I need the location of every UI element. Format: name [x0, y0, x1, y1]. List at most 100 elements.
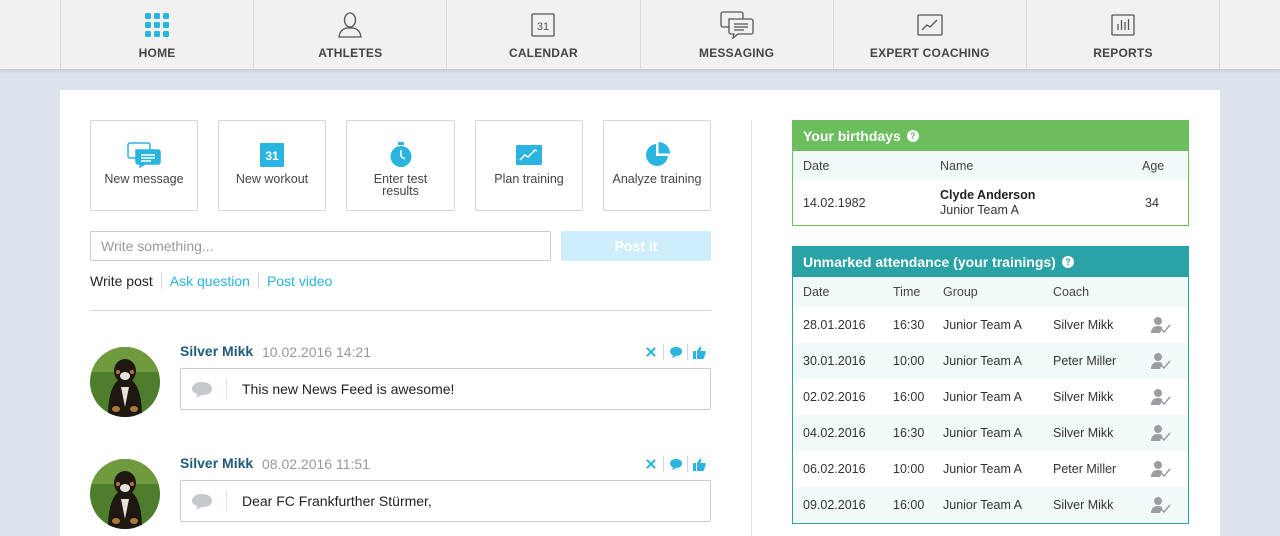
post-body: Dear FC Frankfurther Stürmer, [180, 480, 711, 522]
nav-label: CALENDAR [508, 46, 578, 60]
row-date: 09.02.2016 [803, 498, 866, 512]
post-author[interactable]: Silver Mikk [180, 343, 253, 359]
post-body: This new News Feed is awesome! [180, 368, 711, 410]
nav-item-athletes[interactable]: ATHLETES [254, 0, 448, 70]
row-group: Junior Team A [943, 318, 1022, 332]
birthday-name[interactable]: Clyde Anderson [940, 188, 1035, 202]
new-workout-button[interactable]: 31 New workout [218, 120, 326, 211]
birthday-group: Junior Team A [940, 203, 1019, 217]
mark-attendance-icon[interactable] [1151, 352, 1171, 370]
nav-bar: HOME ATHLETES 31 CALENDAR MESSAGING EXPE… [60, 0, 1221, 70]
post-text: This new News Feed is awesome! [242, 381, 455, 397]
birthday-age: 34 [1145, 196, 1159, 210]
header-name: Name [940, 159, 974, 173]
attendance-title: Unmarked attendance (your trainings) ? [793, 247, 1188, 277]
mark-attendance-icon[interactable] [1151, 424, 1171, 442]
row-group: Junior Team A [943, 462, 1022, 476]
post-button[interactable]: Post it [561, 231, 711, 261]
quick-action-label: Analyze training [612, 172, 702, 186]
tab-post-video[interactable]: Post video [257, 273, 340, 289]
table-header: Date Time Group Coach [793, 277, 1188, 307]
birthdays-title: Your birthdays ? [793, 121, 1188, 151]
header-date: Date [803, 159, 830, 173]
tab-write-post[interactable]: Write post [90, 273, 161, 289]
row-date: 04.02.2016 [803, 426, 866, 440]
post-type-tabs: Write post Ask question Post video [90, 273, 340, 289]
comment-icon [669, 347, 682, 358]
nav-label: HOME [138, 46, 176, 60]
row-date: 30.01.2016 [803, 354, 866, 368]
row-date: 28.01.2016 [803, 318, 866, 332]
pie-icon [644, 141, 670, 169]
delete-post-button[interactable] [639, 456, 663, 472]
post-actions [639, 344, 711, 360]
table-row: 14.02.1982 Clyde Anderson Junior Team A … [793, 181, 1188, 225]
new-message-button[interactable]: New message [90, 120, 198, 211]
row-coach: Peter Miller [1053, 354, 1117, 368]
row-coach: Silver Mikk [1053, 426, 1114, 440]
like-post-button[interactable] [687, 456, 711, 472]
mark-attendance-icon[interactable] [1151, 388, 1171, 406]
report-icon [1106, 10, 1140, 40]
nav-label: REPORTS [1093, 46, 1153, 60]
top-navigation: HOME ATHLETES 31 CALENDAR MESSAGING EXPE… [0, 0, 1280, 70]
quick-action-label: New workout [235, 172, 309, 186]
chat-icon [719, 10, 754, 40]
row-date: 06.02.2016 [803, 462, 866, 476]
nav-label: ATHLETES [318, 46, 383, 60]
widget-title-text: Your birthdays [803, 128, 901, 144]
plan-training-button[interactable]: Plan training [475, 120, 583, 211]
nav-item-expert-coaching[interactable]: EXPERT COACHING [834, 0, 1027, 70]
enter-test-results-button[interactable]: Enter test results [346, 120, 455, 211]
row-coach: Silver Mikk [1053, 390, 1114, 404]
row-time: 16:00 [893, 498, 925, 512]
nav-item-reports[interactable]: REPORTS [1027, 0, 1221, 70]
post-date: 10.02.2016 14:21 [262, 344, 371, 360]
calendar-icon: 31 [526, 10, 560, 40]
table-header: Date Name Age [793, 151, 1188, 181]
row-time: 10:00 [893, 462, 925, 476]
row-time: 16:30 [893, 426, 925, 440]
nav-item-home[interactable]: HOME [61, 0, 255, 70]
analyze-training-button[interactable]: Analyze training [603, 120, 711, 211]
mark-attendance-icon[interactable] [1151, 316, 1171, 334]
quick-action-label: Enter test results [373, 172, 428, 198]
chart-icon [913, 10, 947, 40]
thumbs-up-icon [693, 346, 706, 359]
row-date: 02.02.2016 [803, 390, 866, 404]
avatar[interactable] [90, 459, 160, 529]
post-actions [639, 456, 711, 472]
comment-post-button[interactable] [663, 456, 687, 472]
post-date: 08.02.2016 11:51 [262, 456, 370, 472]
nav-item-calendar[interactable]: 31 CALENDAR [447, 0, 641, 70]
chat-icon [127, 141, 161, 169]
widget-title-text: Unmarked attendance (your trainings) [803, 254, 1056, 270]
mark-attendance-icon[interactable] [1151, 496, 1171, 514]
mark-attendance-icon[interactable] [1151, 460, 1171, 478]
table-row: 02.02.2016 16:00 Junior Team A Silver Mi… [793, 379, 1188, 415]
help-icon[interactable]: ? [906, 130, 919, 142]
nav-label: MESSAGING [699, 46, 775, 60]
grid-icon [140, 10, 174, 40]
header-coach: Coach [1053, 285, 1090, 299]
avatar[interactable] [90, 347, 160, 417]
header-date: Date [803, 285, 830, 299]
row-coach: Silver Mikk [1053, 498, 1114, 512]
post-author[interactable]: Silver Mikk [180, 455, 253, 471]
delete-post-button[interactable] [639, 344, 663, 360]
feed-post: Silver Mikk 10.02.2016 14:21 This new Ne… [90, 343, 711, 433]
nav-label: EXPERT COACHING [869, 46, 990, 60]
header-time: Time [893, 285, 921, 299]
write-post-input[interactable] [90, 231, 551, 261]
row-group: Junior Team A [943, 354, 1022, 368]
person-icon [333, 10, 367, 40]
tab-ask-question[interactable]: Ask question [160, 273, 258, 289]
row-time: 10:00 [893, 354, 925, 368]
table-row: 06.02.2016 10:00 Junior Team A Peter Mil… [793, 451, 1188, 487]
help-icon[interactable]: ? [1061, 256, 1074, 268]
feed-post: Silver Mikk 08.02.2016 11:51 Dear FC Fra… [90, 455, 711, 536]
nav-item-messaging[interactable]: MESSAGING [641, 0, 834, 70]
like-post-button[interactable] [687, 344, 711, 360]
comment-icon [191, 491, 227, 511]
comment-post-button[interactable] [663, 344, 687, 360]
